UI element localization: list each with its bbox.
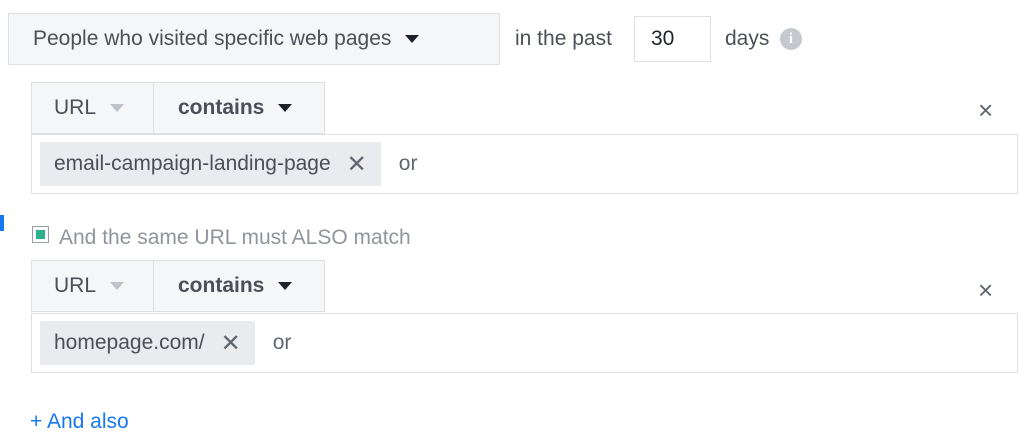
caret-down-icon bbox=[405, 35, 420, 43]
same-url-label: And the same URL must ALSO match bbox=[59, 226, 411, 249]
caret-down-icon bbox=[110, 282, 125, 290]
rule-2-url-input[interactable]: homepage.com/ ✕ or bbox=[31, 313, 1018, 373]
in-the-past-label: in the past bbox=[515, 27, 612, 50]
rule-2-remove-icon[interactable]: × bbox=[978, 275, 993, 306]
rule-2-operator-dropdown[interactable]: contains bbox=[153, 260, 325, 312]
url-token: email-campaign-landing-page ✕ bbox=[40, 142, 381, 186]
caret-down-icon bbox=[110, 104, 125, 112]
days-input[interactable] bbox=[634, 16, 711, 62]
url-token: homepage.com/ ✕ bbox=[40, 321, 255, 365]
token-remove-icon[interactable]: ✕ bbox=[221, 329, 241, 358]
url-token-label: email-campaign-landing-page bbox=[54, 152, 331, 175]
or-label: or bbox=[272, 331, 292, 354]
field-label: URL bbox=[54, 274, 97, 297]
or-label: or bbox=[398, 152, 418, 175]
rule-1-operator-dropdown[interactable]: contains bbox=[153, 82, 325, 134]
caret-down-icon bbox=[278, 282, 293, 290]
rule-1-url-input[interactable]: email-campaign-landing-page ✕ or bbox=[31, 134, 1018, 194]
checkbox-fill bbox=[36, 230, 45, 239]
rule-1-field-dropdown[interactable]: URL bbox=[31, 82, 155, 134]
and-also-link[interactable]: + And also bbox=[30, 410, 129, 434]
days-label: days bbox=[725, 27, 770, 50]
token-remove-icon[interactable]: ✕ bbox=[347, 150, 367, 179]
audience-type-label: People who visited specific web pages bbox=[33, 27, 392, 50]
url-token-label: homepage.com/ bbox=[54, 331, 205, 354]
same-url-checkbox[interactable] bbox=[32, 226, 49, 243]
rule-2-field-dropdown[interactable]: URL bbox=[31, 260, 155, 312]
operator-label: contains bbox=[178, 274, 265, 297]
info-icon[interactable]: i bbox=[780, 28, 802, 50]
caret-down-icon bbox=[278, 104, 293, 112]
field-label: URL bbox=[54, 96, 97, 119]
rule-1-remove-icon[interactable]: × bbox=[978, 95, 993, 126]
selection-marker bbox=[0, 215, 4, 231]
audience-type-dropdown[interactable]: People who visited specific web pages bbox=[8, 13, 500, 65]
operator-label: contains bbox=[178, 96, 265, 119]
